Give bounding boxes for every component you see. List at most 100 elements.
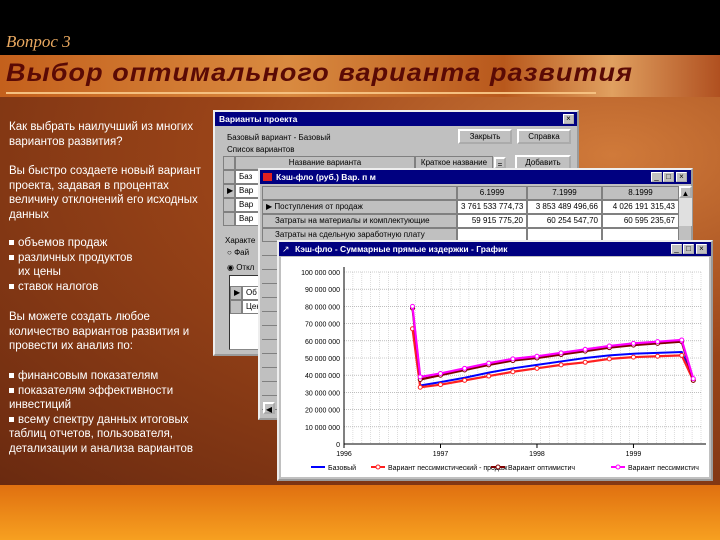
table-cell[interactable]: 59 915 775,20 — [457, 214, 527, 228]
col-header[interactable]: 8.1999 — [602, 186, 679, 200]
data-point — [630, 354, 636, 360]
footer-band — [0, 485, 720, 540]
paragraph-2: Вы быстро создаете новый вариант проекта… — [9, 165, 201, 221]
window-title: Варианты проекта — [219, 114, 298, 124]
data-point — [410, 303, 416, 309]
table-cell[interactable]: 4 026 191 315,43 — [602, 200, 679, 214]
table-cell[interactable]: 60 254 547,70 — [527, 214, 602, 228]
base-variant-label: Базовый вариант - Базовый — [227, 133, 331, 142]
close-icon[interactable]: × — [676, 172, 687, 182]
app-icon — [263, 173, 272, 181]
maximize-icon[interactable]: □ — [663, 172, 674, 182]
x-tick-label: 1999 — [626, 451, 642, 458]
minimize-icon[interactable]: _ — [651, 172, 662, 182]
variants-titlebar: Варианты проекта — [215, 112, 577, 126]
chart-window: Кэш-фло - Суммарные прямые издержки - Гр… — [277, 240, 713, 481]
data-point — [462, 365, 468, 371]
legend-marker — [375, 464, 381, 470]
data-point — [486, 360, 492, 366]
characteristics-label: Характе — [225, 236, 256, 245]
y-tick-label: 80 000 000 — [305, 304, 340, 311]
y-tick-label: 0 — [336, 442, 340, 449]
radio-file[interactable]: ○ Фай — [227, 248, 249, 257]
x-tick-label: 1996 — [336, 451, 352, 458]
data-point — [655, 353, 661, 359]
close-icon[interactable]: × — [696, 244, 707, 254]
variant-list-label: Список вариантов — [227, 145, 295, 154]
y-tick-label: 40 000 000 — [305, 373, 340, 380]
row-indicator — [223, 198, 235, 212]
chart-titlebar: Кэш-фло - Суммарные прямые издержки - Гр… — [279, 242, 711, 256]
row-indicator — [223, 170, 235, 184]
data-point — [679, 352, 685, 358]
header-corner — [262, 186, 457, 200]
slide-title: Выбор оптимального варианта развития — [6, 59, 634, 87]
row-indicator — [223, 212, 235, 226]
table-row-label[interactable]: Затраты на материалы и комплектующие — [262, 214, 457, 228]
series-line — [411, 306, 695, 379]
table-row-label[interactable]: ▶ Поступления от продаж — [262, 200, 457, 214]
col-header[interactable]: 6.1999 — [457, 186, 527, 200]
help-button[interactable]: Справка — [517, 129, 571, 144]
data-point — [510, 356, 516, 362]
table-cell[interactable]: 3 761 533 774,73 — [457, 200, 527, 214]
title-rule — [6, 92, 596, 94]
x-tick-label: 1998 — [529, 451, 545, 458]
list-item: всему спектру данных итоговых таблиц отч… — [9, 413, 209, 457]
list-item: показателям эффективности инвестиций — [9, 384, 209, 413]
list-1: объемов продаж различных продуктов их це… — [9, 236, 209, 294]
data-point — [630, 340, 636, 346]
minimize-icon[interactable]: _ — [671, 244, 682, 254]
scroll-left-icon[interactable]: ◀ — [263, 402, 275, 414]
data-point — [417, 374, 423, 380]
legend-label: Вариант пессимистический - продаж — [388, 464, 508, 472]
header-corner — [223, 156, 235, 170]
legend-label: Вариант пессимистич — [628, 465, 699, 472]
data-point — [582, 346, 588, 352]
table-cell[interactable]: 60 595 235,67 — [602, 214, 679, 228]
data-point — [510, 369, 516, 375]
paragraph-1: Как выбрать наилучший из многих варианто… — [9, 121, 194, 148]
data-point — [558, 350, 564, 356]
legend-marker — [615, 464, 621, 470]
cashflow-titlebar: Кэш-фло (руб.) Вар. п м — [260, 170, 691, 184]
col-header[interactable]: 7.1999 — [527, 186, 602, 200]
maximize-icon[interactable]: □ — [683, 244, 694, 254]
chart-icon: ↗ — [282, 244, 290, 254]
radio-deviation[interactable]: ◉ Откл — [227, 263, 254, 272]
list-item: объемов продаж — [9, 236, 209, 251]
list-item: различных продуктов — [9, 251, 209, 266]
list-item: ставок налогов — [9, 280, 209, 295]
legend-label: Вариант оптимистич — [508, 465, 575, 472]
list-2: финансовым показателям показателям эффек… — [9, 369, 209, 456]
legend-label: Базовый — [328, 464, 356, 472]
data-point — [437, 370, 443, 376]
radio-label: Откл — [236, 263, 255, 272]
data-point — [606, 343, 612, 349]
close-button[interactable]: Закрыть — [458, 129, 512, 144]
y-tick-label: 30 000 000 — [305, 390, 340, 397]
header-band — [0, 0, 720, 55]
data-point — [582, 359, 588, 365]
row-label: Поступления от продаж — [274, 202, 363, 211]
scroll-up-icon[interactable]: ▲ — [679, 186, 692, 198]
data-point — [606, 356, 612, 362]
window-title: Кэш-фло (руб.) Вар. п м — [276, 172, 376, 182]
data-point — [486, 373, 492, 379]
list-item: финансовым показателям — [9, 369, 209, 384]
data-point — [437, 382, 443, 388]
vertical-scrollbar[interactable]: ▲ — [679, 186, 692, 226]
current-row-arrow-icon: ▶ — [223, 184, 235, 198]
data-point — [534, 353, 540, 359]
data-point — [679, 337, 685, 343]
data-point — [655, 339, 661, 345]
y-tick-label: 20 000 000 — [305, 408, 340, 415]
current-row-arrow-icon: ▶ — [230, 286, 242, 300]
row-headers — [262, 242, 278, 412]
window-title: Кэш-фло - Суммарные прямые издержки - Гр… — [295, 244, 508, 254]
table-cell[interactable]: 3 853 489 496,66 — [527, 200, 602, 214]
data-point — [690, 376, 696, 382]
row-indicator — [230, 300, 242, 314]
close-icon[interactable]: × — [563, 114, 574, 124]
data-point — [462, 377, 468, 383]
